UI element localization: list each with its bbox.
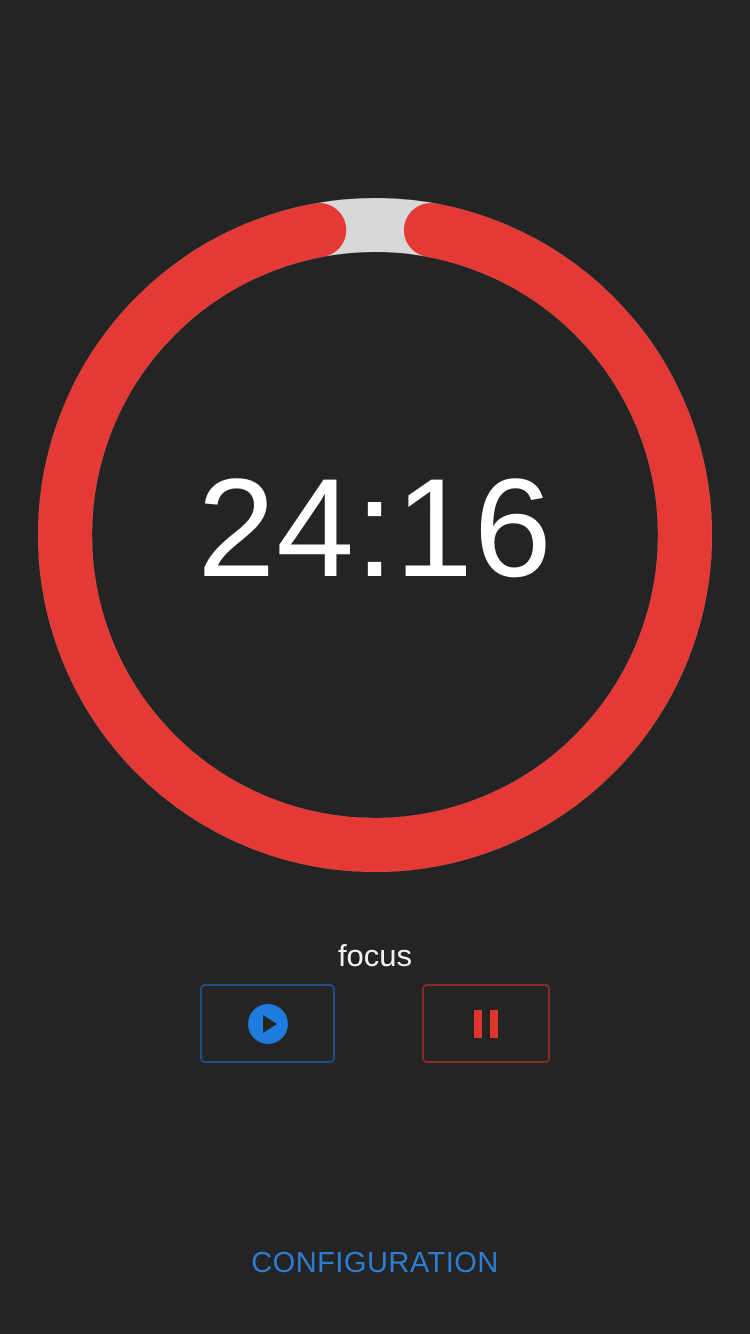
pause-icon [473,1009,499,1039]
play-circle-icon [247,1003,289,1045]
timer-progress-ring [38,198,712,872]
play-button[interactable] [200,984,335,1063]
pause-button[interactable] [422,984,550,1063]
pomodoro-timer-screen: 24:16 focus CONFIGURATION [0,0,750,1334]
time-remaining: 24:16 [197,449,553,606]
mode-label: focus [337,938,413,973]
configuration-link[interactable]: CONFIGURATION [0,1244,750,1282]
